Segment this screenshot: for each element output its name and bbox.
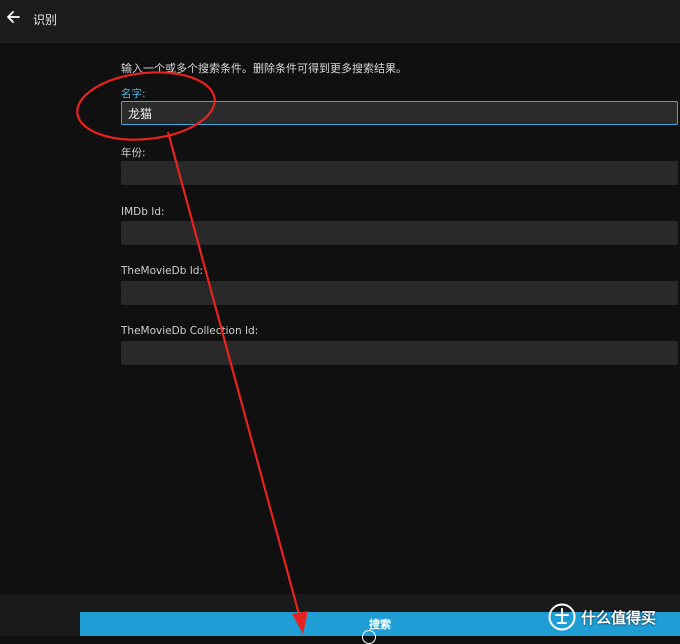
watermark: 什么值得买 <box>548 603 656 631</box>
imdb-id-input[interactable] <box>121 221 678 245</box>
tmdb-collection-id-label: TheMovieDb Collection Id: <box>121 325 259 337</box>
annotation-overlay <box>76 71 308 634</box>
back-button[interactable] <box>2 5 24 29</box>
annotation-arrow-line <box>166 131 302 619</box>
circle-icon <box>362 630 376 644</box>
smzdm-logo-icon <box>548 603 576 631</box>
page-title: 识别 <box>33 13 58 27</box>
name-label: 名字: <box>121 88 146 100</box>
name-input[interactable] <box>121 101 678 125</box>
arrow-left-icon <box>7 11 20 23</box>
watermark-text: 什么值得买 <box>581 608 657 627</box>
search-button-label: 搜索 <box>369 618 391 631</box>
imdb-id-label: IMDb Id: <box>121 206 165 218</box>
tmdb-id-input[interactable] <box>121 281 678 305</box>
year-input[interactable] <box>121 161 678 185</box>
top-bar: 识别 <box>0 0 680 43</box>
instructions-text: 输入一个或多个搜索条件。删除条件可得到更多搜索结果。 <box>121 62 407 75</box>
tmdb-collection-id-input[interactable] <box>121 341 678 365</box>
tmdb-id-label: TheMovieDb Id: <box>121 265 203 277</box>
year-label: 年份: <box>121 147 146 159</box>
